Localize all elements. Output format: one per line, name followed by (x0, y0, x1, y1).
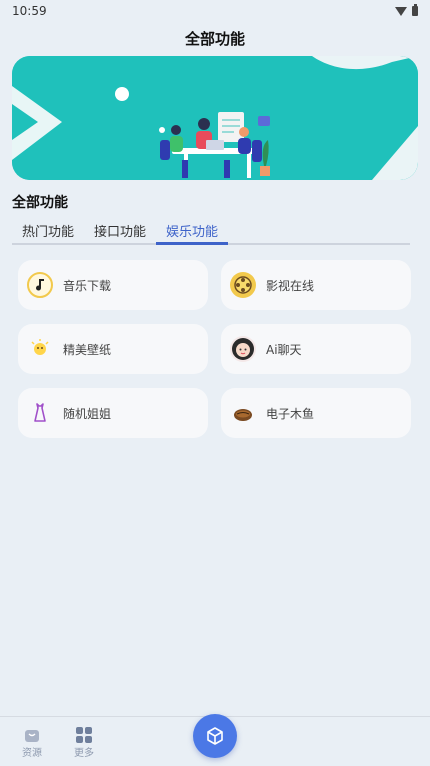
center-action-button[interactable] (193, 714, 237, 758)
grid-icon (76, 727, 92, 743)
status-icons (395, 4, 418, 16)
tab-hot-features[interactable]: 热门功能 (12, 218, 84, 243)
music-note-icon (27, 272, 53, 298)
wifi-icon (395, 6, 407, 16)
bag-icon (25, 730, 39, 742)
card-label: Ai聊天 (266, 342, 302, 357)
status-bar: 10:59 (0, 0, 430, 22)
card-movies-online[interactable]: 影视在线 (221, 260, 411, 310)
ai-avatar-icon (230, 336, 256, 362)
feature-tabs: 热门功能 接口功能 娱乐功能 (12, 218, 410, 245)
banner-illustration[interactable] (12, 56, 418, 180)
card-music-download[interactable]: 音乐下载 (18, 260, 208, 310)
status-time: 10:59 (12, 4, 47, 18)
film-reel-icon (230, 272, 256, 298)
page-title: 全部功能 (184, 30, 245, 48)
nav-more[interactable]: 更多 (64, 726, 104, 759)
card-wallpapers[interactable]: 精美壁纸 (18, 324, 208, 374)
card-wooden-fish[interactable]: 电子木鱼 (221, 388, 411, 438)
section-title: 全部功能 (12, 195, 68, 211)
battery-icon (412, 4, 418, 16)
card-label: 影视在线 (266, 278, 315, 293)
wooden-fish-icon (230, 400, 256, 426)
card-label: 精美壁纸 (63, 342, 112, 357)
wallpaper-icon (27, 336, 53, 362)
card-label: 随机姐姐 (63, 406, 112, 421)
tab-api-features[interactable]: 接口功能 (84, 218, 156, 243)
card-label: 音乐下载 (63, 278, 112, 293)
tab-entertainment-features[interactable]: 娱乐功能 (156, 218, 229, 245)
nav-resources[interactable]: 资源 (12, 726, 52, 759)
nav-more-label: 更多 (74, 748, 94, 759)
dress-icon (27, 400, 53, 426)
card-ai-chat[interactable]: Ai聊天 (221, 324, 411, 374)
card-random-girl[interactable]: 随机姐姐 (18, 388, 208, 438)
team-meeting-illustration (12, 56, 418, 180)
card-label: 电子木鱼 (266, 406, 315, 421)
nav-resources-label: 资源 (22, 748, 42, 759)
cube-icon (207, 727, 223, 745)
